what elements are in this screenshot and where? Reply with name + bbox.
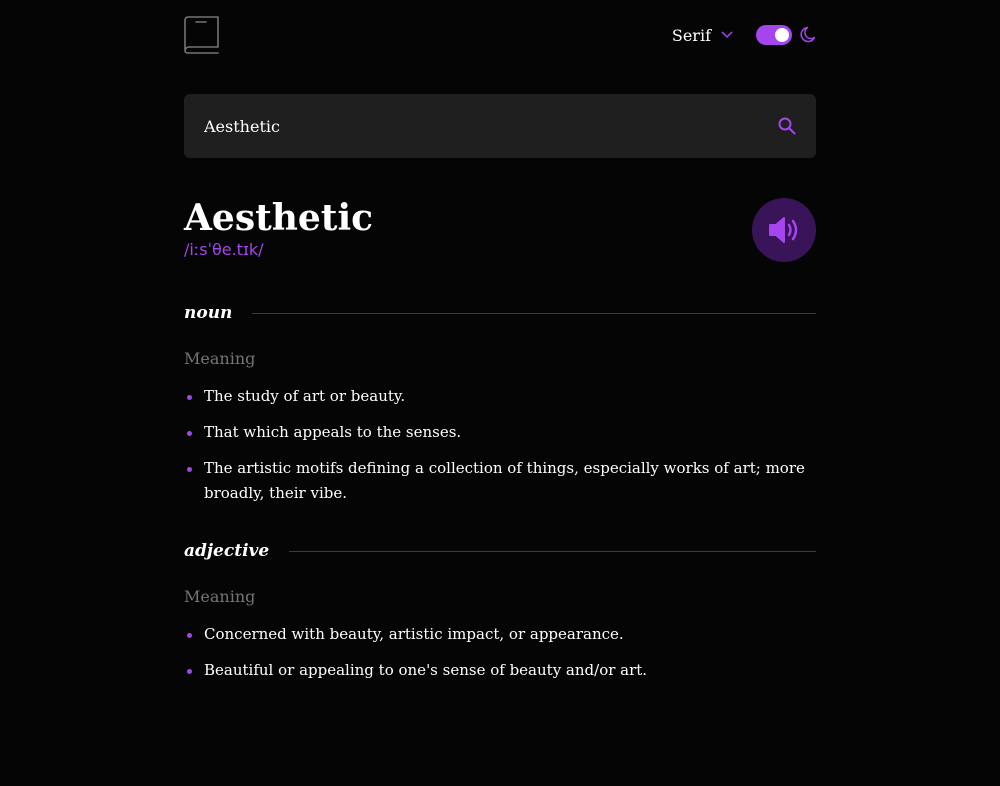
definition-item: Concerned with beauty, artistic impact, … [184, 622, 816, 647]
section-divider [289, 550, 816, 552]
part-of-speech-row: adjective [184, 540, 816, 562]
bullet [187, 431, 192, 436]
definition-item: The artistic motifs defining a collectio… [184, 456, 816, 506]
definition-item: The study of art or beauty. [184, 384, 816, 409]
search-icon[interactable] [778, 117, 796, 135]
search-bar [184, 94, 816, 158]
meaning-section-noun: noun Meaning The study of art or beauty.… [184, 302, 816, 506]
definition-list: Concerned with beauty, artistic impact, … [184, 622, 816, 683]
part-of-speech-row: noun [184, 302, 816, 324]
bullet [187, 669, 192, 674]
header-divider [744, 19, 745, 51]
speaker-icon [769, 217, 798, 243]
theme-toggle-knob [775, 28, 789, 42]
search-input[interactable] [204, 116, 778, 136]
bullet [187, 395, 192, 400]
book-icon[interactable] [184, 16, 220, 54]
font-select[interactable]: Serif [672, 26, 733, 45]
phonetic: /iːsˈθe.tɪk/ [184, 240, 264, 259]
font-select-value: Serif [671, 25, 711, 45]
chevron-down-icon [721, 31, 733, 39]
bullet [187, 633, 192, 638]
definition-list: The study of art or beauty. That which a… [184, 384, 816, 506]
meaning-label: Meaning [184, 587, 256, 606]
word-title: Aesthetic [184, 197, 374, 239]
part-of-speech: noun [184, 303, 233, 323]
definition-item: Beautiful or appealing to one's sense of… [184, 658, 816, 683]
definition-text: The study of art or beauty. [204, 387, 406, 405]
header-controls: Serif [672, 19, 816, 51]
meaning-section-adjective: adjective Meaning Concerned with beauty,… [184, 540, 816, 683]
definition-text: Concerned with beauty, artistic impact, … [204, 625, 624, 643]
meaning-label: Meaning [184, 349, 256, 368]
play-pronunciation-button[interactable] [752, 198, 816, 262]
page: Serif Aesthetic /iːsˈθe.tɪk/ [184, 0, 816, 683]
definition-text: That which appeals to the senses. [204, 423, 462, 441]
moon-icon [800, 26, 816, 43]
theme-toggle[interactable] [756, 25, 792, 45]
section-divider [252, 312, 816, 314]
definition-text: The artistic motifs defining a collectio… [204, 459, 805, 502]
word-header: Aesthetic /iːsˈθe.tɪk/ [184, 198, 816, 262]
definition-item: That which appeals to the senses. [184, 420, 816, 445]
definition-text: Beautiful or appealing to one's sense of… [204, 661, 648, 679]
part-of-speech: adjective [184, 541, 270, 561]
bullet [187, 467, 192, 472]
word-block: Aesthetic /iːsˈθe.tɪk/ [184, 198, 373, 259]
header: Serif [184, 16, 816, 54]
